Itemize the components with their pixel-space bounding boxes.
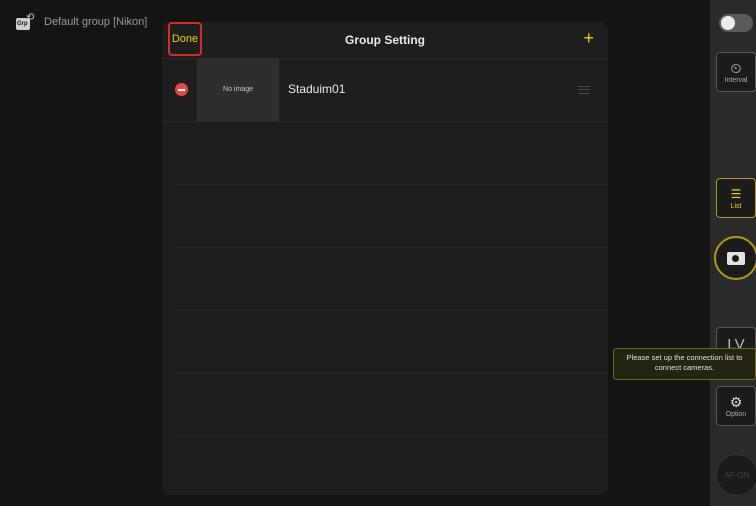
row-divider <box>176 436 608 437</box>
option-button[interactable]: ⚙ Option <box>716 386 756 426</box>
dialog-header: Done Group Setting + <box>162 22 608 59</box>
row-divider <box>176 184 608 185</box>
group-name-label: Default group [Nikon] <box>44 16 148 28</box>
group-row[interactable]: No image Staduim01 <box>162 58 608 122</box>
camera-icon <box>727 251 745 265</box>
list-icon: ☰ <box>730 186 742 201</box>
dialog-title: Group Setting <box>345 33 425 47</box>
group-header[interactable]: Grp ⟲ Default group [Nikon] <box>14 12 147 32</box>
row-divider <box>176 310 608 311</box>
gear-icon: ⚙ <box>729 393 743 410</box>
af-on-button[interactable]: AF-ON <box>716 454 756 496</box>
thumbnail-placeholder: No image <box>223 86 253 93</box>
interval-button[interactable]: ⏲ Interval <box>716 52 756 92</box>
option-label: Option <box>725 410 747 418</box>
group-setting-dialog: Done Group Setting + No image Staduim01 <box>162 22 608 495</box>
thumbnail: No image <box>197 58 279 121</box>
list-label: List <box>730 202 742 210</box>
list-button[interactable]: ☰ List <box>716 178 756 218</box>
shutter-button[interactable] <box>714 236 756 280</box>
remove-icon[interactable] <box>175 83 188 96</box>
connection-tooltip: Please set up the connection list to con… <box>613 348 756 380</box>
row-divider <box>176 373 608 374</box>
add-icon[interactable]: + <box>583 28 594 48</box>
group-row-name: Staduim01 <box>288 82 346 96</box>
mode-toggle[interactable] <box>719 14 753 32</box>
interval-timer-icon: ⏲ <box>730 59 742 76</box>
drag-handle-icon[interactable] <box>578 86 590 94</box>
row-divider <box>176 247 608 248</box>
group-camera-icon: Grp ⟲ <box>14 12 36 32</box>
toggle-knob <box>721 16 735 30</box>
interval-label: Interval <box>724 76 748 84</box>
